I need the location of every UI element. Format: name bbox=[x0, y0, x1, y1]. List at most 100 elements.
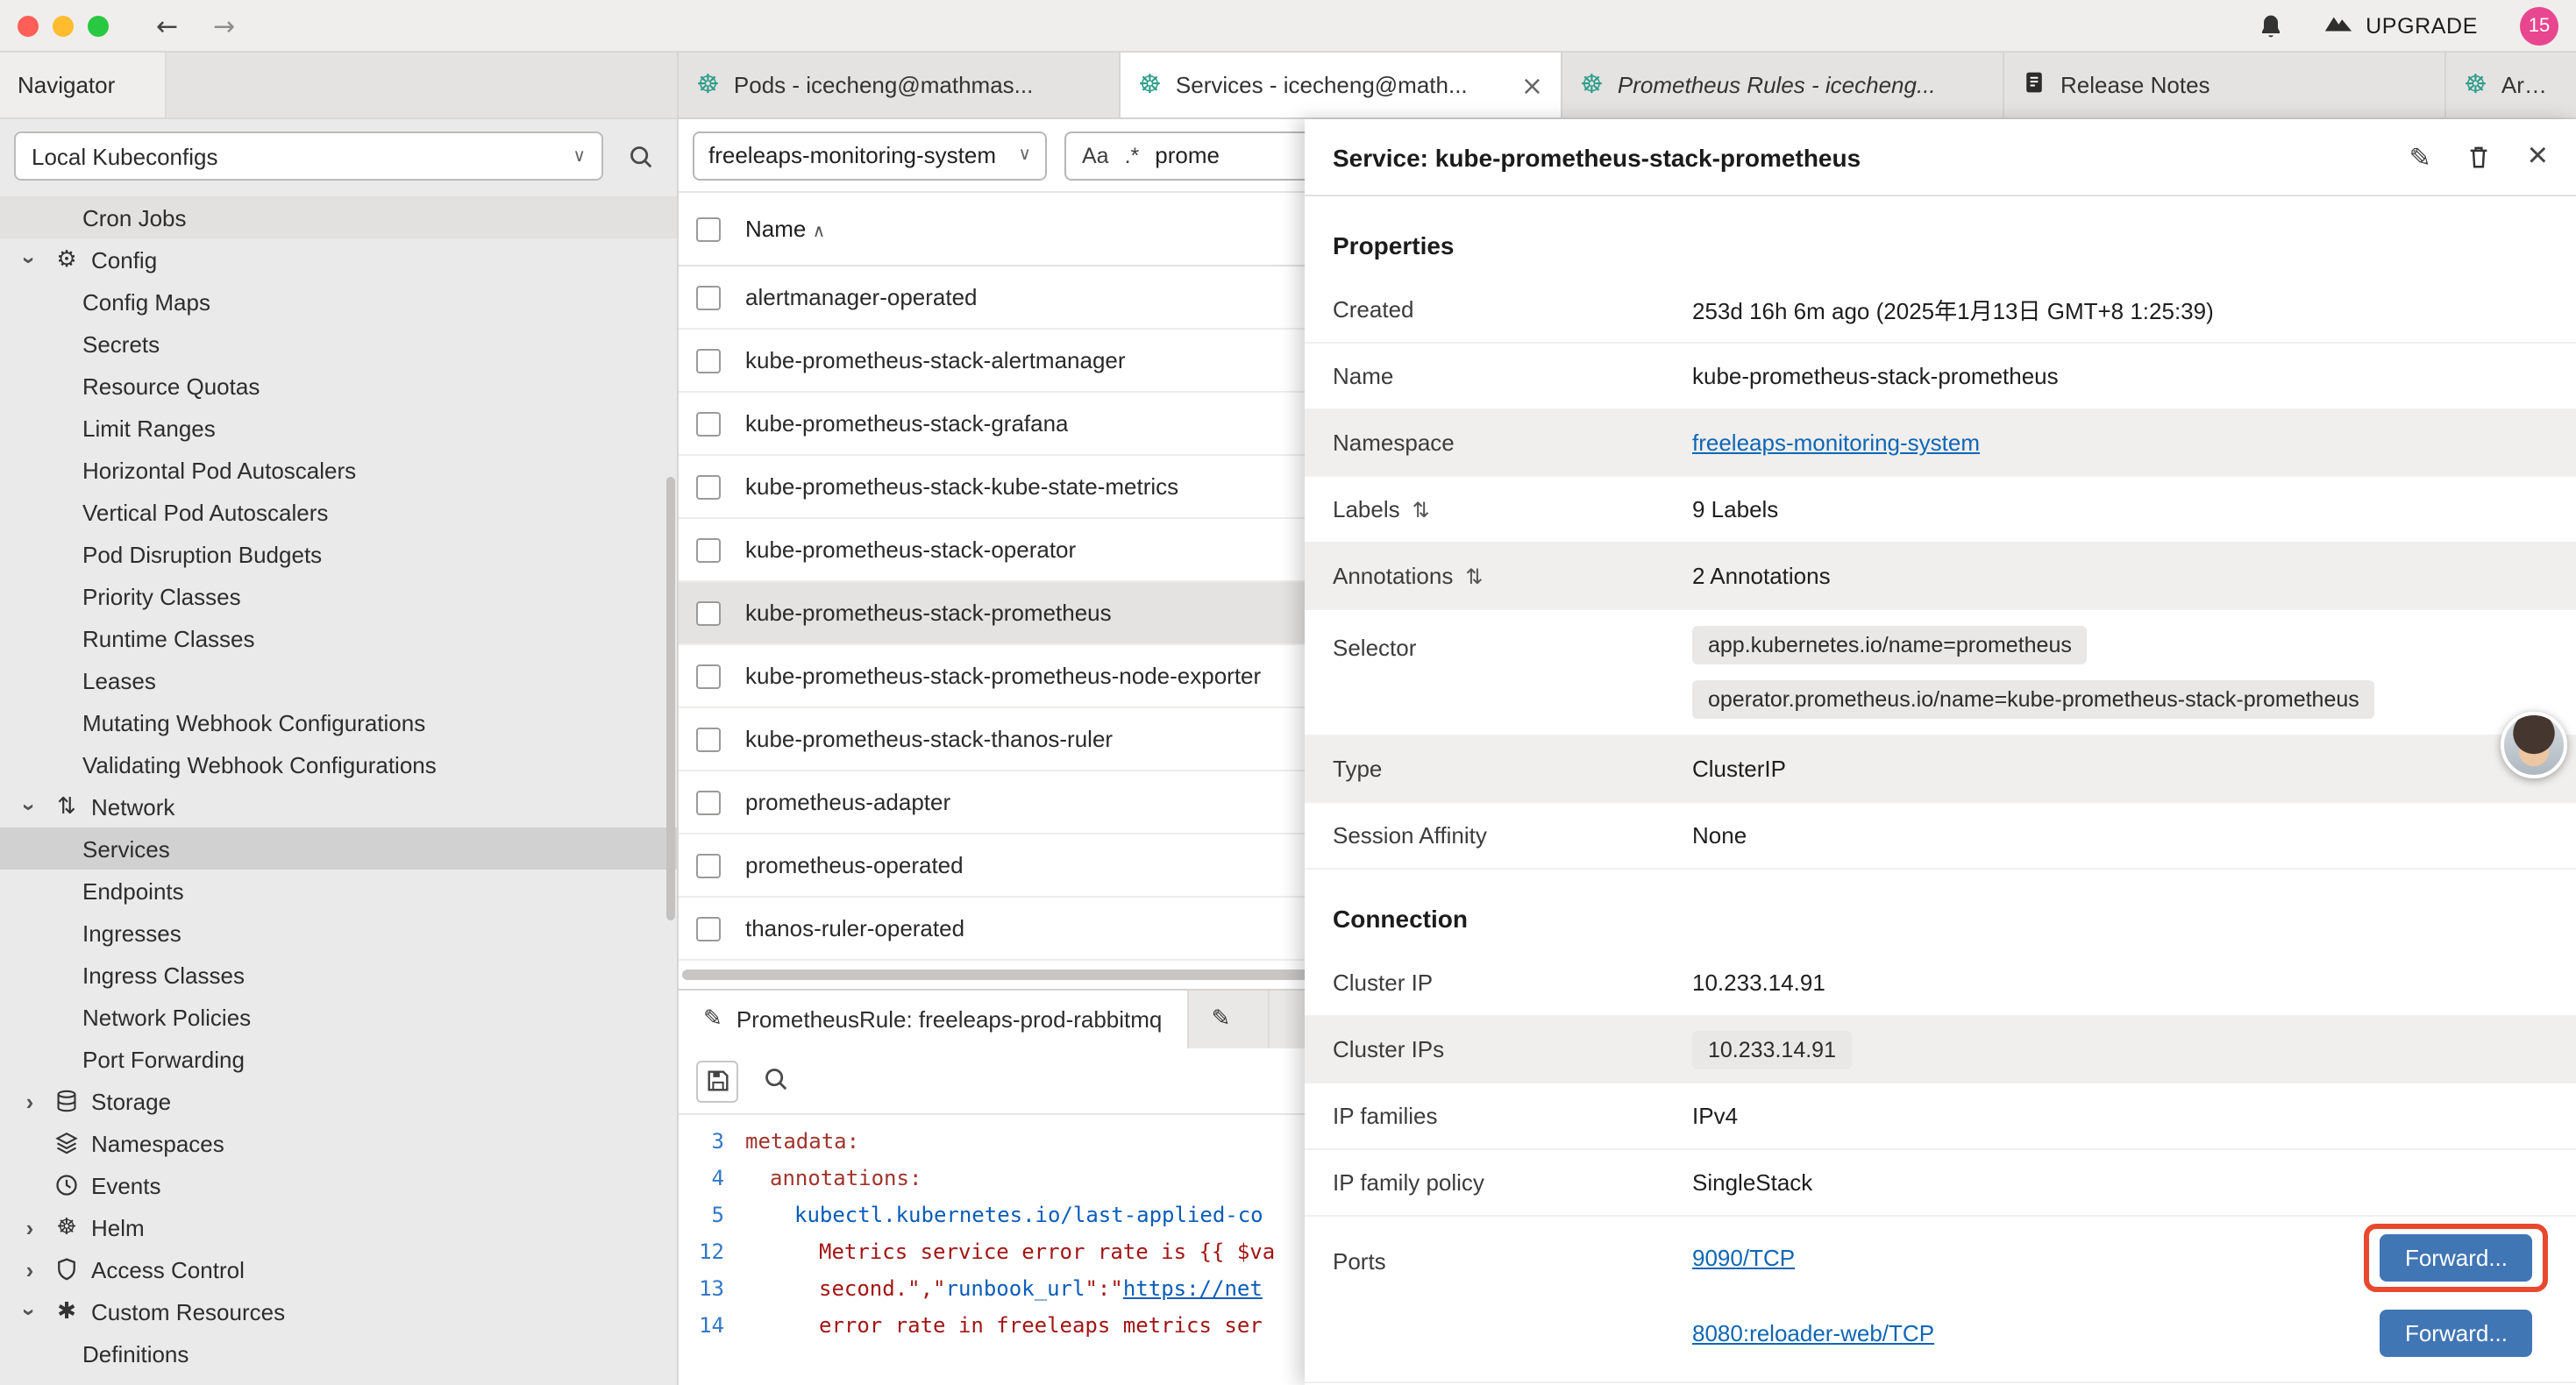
sidebar-item-ingress-classes[interactable]: Ingress Classes bbox=[0, 954, 677, 996]
port-link[interactable]: 9090/TCP bbox=[1692, 1245, 1795, 1271]
chevron-icon[interactable]: › bbox=[18, 1214, 42, 1240]
drawer-body: PropertiesCreated253d 16h 6m ago (2025年1… bbox=[1305, 196, 2576, 1385]
details-drawer: Service: kube-prometheus-stack-prometheu… bbox=[1305, 119, 2576, 1385]
sidebar-item-storage[interactable]: ›Storage bbox=[0, 1080, 677, 1122]
sidebar-item-network[interactable]: ›⇅Network bbox=[0, 785, 677, 827]
namespace-link[interactable]: freeleaps-monitoring-system bbox=[1692, 430, 1980, 456]
property-row: IP family policySingleStack bbox=[1305, 1150, 2576, 1217]
forward-button[interactable]: Forward... bbox=[2380, 1310, 2532, 1357]
port-row: 8080:reloader-web/TCP Forward... bbox=[1692, 1299, 2548, 1367]
row-checkbox[interactable] bbox=[696, 727, 721, 751]
sidebar-item-limit-ranges[interactable]: Limit Ranges bbox=[0, 407, 677, 449]
sidebar-item-endpoints[interactable]: Endpoints bbox=[0, 870, 677, 912]
close-window-button[interactable] bbox=[18, 15, 39, 36]
row-checkbox[interactable] bbox=[696, 285, 721, 309]
row-checkbox[interactable] bbox=[696, 537, 721, 562]
edit-icon[interactable]: ✎ bbox=[2409, 141, 2430, 173]
row-checkbox[interactable] bbox=[696, 790, 721, 814]
tab[interactable]: ☸Argo Se bbox=[2446, 53, 2576, 117]
select-all-checkbox[interactable] bbox=[696, 217, 721, 241]
chevron-icon[interactable]: › bbox=[17, 247, 43, 272]
row-checkbox[interactable] bbox=[696, 664, 721, 688]
sidebar-item-network-policies[interactable]: Network Policies bbox=[0, 996, 677, 1038]
row-checkbox[interactable] bbox=[696, 916, 721, 941]
kubernetes-icon: ☸ bbox=[1138, 72, 1162, 98]
sidebar-item-priority-classes[interactable]: Priority Classes bbox=[0, 575, 677, 617]
sidebar-scrollbar[interactable] bbox=[666, 477, 675, 920]
sidebar-item-definitions[interactable]: Definitions bbox=[0, 1332, 677, 1374]
kubeconfig-selector-value: Local Kubeconfigs bbox=[32, 143, 218, 169]
trash-icon[interactable] bbox=[2466, 144, 2493, 170]
save-button[interactable] bbox=[696, 1060, 738, 1102]
notifications-bell-icon[interactable] bbox=[2257, 11, 2285, 39]
sidebar-item-custom-resources[interactable]: ›✱Custom Resources bbox=[0, 1290, 677, 1332]
regex-toggle[interactable]: .* bbox=[1125, 143, 1140, 167]
expand-icon[interactable]: ⇅ bbox=[1465, 564, 1483, 588]
user-avatar[interactable] bbox=[2501, 712, 2567, 778]
navigator-sidebar: Navigator Local Kubeconfigs ∨ Cron Jobs›… bbox=[0, 53, 679, 1385]
back-button[interactable]: ← bbox=[144, 10, 190, 41]
sidebar-item-resource-quotas[interactable]: Resource Quotas bbox=[0, 365, 677, 407]
search-icon[interactable] bbox=[617, 143, 663, 169]
property-value: SingleStack bbox=[1692, 1169, 2548, 1196]
dock-tab[interactable]: ✎ bbox=[1188, 991, 1269, 1048]
name-column-header[interactable]: Name ∧ bbox=[745, 216, 825, 242]
close-icon[interactable]: × bbox=[2528, 137, 2548, 177]
sidebar-item-leases[interactable]: Leases bbox=[0, 659, 677, 701]
tab[interactable]: Release Notes bbox=[2004, 53, 2446, 117]
minimize-window-button[interactable] bbox=[53, 15, 74, 36]
sidebar-item-runtime-classes[interactable]: Runtime Classes bbox=[0, 617, 677, 659]
property-label: Namespace bbox=[1333, 430, 1455, 456]
value-badge: operator.prometheus.io/name=kube-prometh… bbox=[1692, 680, 2375, 719]
port-link[interactable]: 8080:reloader-web/TCP bbox=[1692, 1320, 1934, 1346]
row-checkbox[interactable] bbox=[696, 348, 721, 373]
sidebar-item-namespaces[interactable]: Namespaces bbox=[0, 1122, 677, 1164]
sidebar-item-port-forwarding[interactable]: Port Forwarding bbox=[0, 1038, 677, 1080]
sidebar-item-helm[interactable]: ›☸Helm bbox=[0, 1206, 677, 1248]
sidebar-item-config-maps[interactable]: Config Maps bbox=[0, 281, 677, 323]
sidebar-item-mutating-webhook-configurations[interactable]: Mutating Webhook Configurations bbox=[0, 701, 677, 743]
kubeconfig-selector[interactable]: Local Kubeconfigs ∨ bbox=[14, 131, 603, 181]
property-label: Session Affinity bbox=[1333, 822, 1487, 849]
line-number: 5 bbox=[679, 1197, 745, 1234]
forward-button[interactable]: Forward... bbox=[2380, 1234, 2532, 1282]
chevron-icon[interactable]: › bbox=[18, 1088, 42, 1114]
sidebar-item-cron-jobs[interactable]: Cron Jobs bbox=[0, 196, 677, 238]
search-icon[interactable] bbox=[763, 1065, 789, 1097]
lens-app: ← → UPGRADE 15 Navigator Local Kubeconfi… bbox=[0, 0, 2576, 1385]
row-checkbox[interactable] bbox=[696, 853, 721, 877]
clock-icon bbox=[51, 1173, 82, 1197]
forward-button[interactable]: → bbox=[201, 10, 247, 41]
property-value: 2 Annotations bbox=[1692, 563, 2548, 589]
tab[interactable]: ☸Services - icecheng@math...× bbox=[1121, 53, 1562, 117]
sidebar-item-vertical-pod-autoscalers[interactable]: Vertical Pod Autoscalers bbox=[0, 491, 677, 533]
zoom-window-button[interactable] bbox=[88, 15, 109, 36]
chevron-icon[interactable]: › bbox=[17, 794, 43, 819]
row-checkbox[interactable] bbox=[696, 600, 721, 625]
asterisk-icon: ✱ bbox=[51, 1298, 82, 1325]
row-checkbox[interactable] bbox=[696, 411, 721, 436]
tab[interactable]: ☸Prometheus Rules - icecheng... bbox=[1562, 53, 2004, 117]
property-label: Selector bbox=[1333, 635, 1416, 661]
namespace-selector[interactable]: freeleaps-monitoring-system ∨ bbox=[693, 131, 1047, 180]
expand-icon[interactable]: ⇅ bbox=[1413, 497, 1430, 522]
tab[interactable]: ☸Pods - icecheng@mathmas... bbox=[679, 53, 1121, 117]
chevron-icon[interactable]: › bbox=[17, 1299, 43, 1324]
upgrade-button[interactable]: UPGRADE bbox=[2323, 12, 2478, 39]
sidebar-item-ingresses[interactable]: Ingresses bbox=[0, 912, 677, 954]
dock-tab[interactable]: ✎PrometheusRule: freeleaps-prod-rabbitmq bbox=[679, 991, 1188, 1048]
notification-count-badge[interactable]: 15 bbox=[2520, 6, 2558, 45]
sidebar-item-config[interactable]: ›⚙Config bbox=[0, 238, 677, 281]
sidebar-item-secrets[interactable]: Secrets bbox=[0, 323, 677, 365]
sidebar-item-access-control[interactable]: ›Access Control bbox=[0, 1248, 677, 1290]
row-checkbox[interactable] bbox=[696, 474, 721, 499]
sidebar-item-validating-webhook-configurations[interactable]: Validating Webhook Configurations bbox=[0, 743, 677, 785]
sidebar-item-events[interactable]: Events bbox=[0, 1164, 677, 1206]
sidebar-item-pod-disruption-budgets[interactable]: Pod Disruption Budgets bbox=[0, 533, 677, 575]
chevron-icon[interactable]: › bbox=[18, 1256, 42, 1282]
sidebar-item-services[interactable]: Services bbox=[0, 827, 677, 870]
sidebar-item-horizontal-pod-autoscalers[interactable]: Horizontal Pod Autoscalers bbox=[0, 449, 677, 491]
match-case-toggle[interactable]: Aa bbox=[1082, 143, 1109, 167]
close-icon[interactable]: × bbox=[1521, 69, 1543, 101]
property-value: IPv4 bbox=[1692, 1103, 2548, 1129]
